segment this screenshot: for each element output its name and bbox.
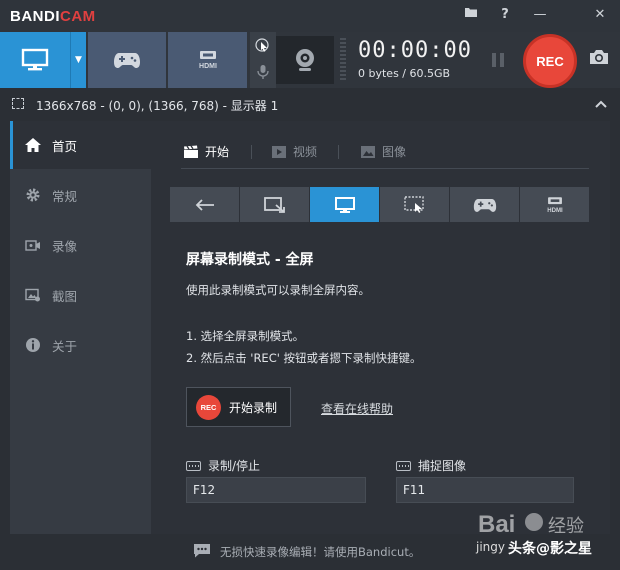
start-recording-button[interactable]: REC 开始录制	[186, 387, 291, 427]
hdmi-mode-button[interactable]: HDMI	[168, 32, 247, 88]
chat-bubble-icon	[193, 543, 211, 558]
mode-dropdown-button[interactable]: ▼	[70, 32, 86, 88]
hdmi-mode-button-small[interactable]: HDMI	[520, 187, 589, 222]
sidebar-item-label: 常规	[52, 188, 78, 204]
svg-text:HDMI: HDMI	[199, 63, 217, 70]
cursor-effect-icon[interactable]	[255, 38, 271, 54]
home-icon	[24, 136, 42, 154]
tab-divider	[251, 145, 252, 159]
picture-icon	[361, 145, 375, 158]
sidebar-item-label: 录像	[52, 238, 78, 254]
main-toolbar: ▼ HDMI 00:00:00 0 bytes / 60.5GB REC	[0, 32, 620, 88]
bandicut-promo-link[interactable]: 无损快速录像编辑！请使用Bandicut。	[220, 544, 420, 560]
record-hotkey-label: 录制/停止	[186, 457, 260, 474]
sidebar-item-about[interactable]: 关于	[10, 321, 151, 369]
minimize-icon[interactable]: —	[528, 4, 552, 26]
back-arrow-icon	[195, 198, 214, 211]
record-mode-strip: HDMI	[170, 187, 589, 222]
hdmi-icon: HDMI	[199, 51, 217, 70]
rec-button[interactable]: REC	[523, 34, 577, 88]
sidebar-item-video[interactable]: 录像	[10, 221, 151, 269]
keyboard-icon	[186, 460, 201, 471]
keyboard-icon	[396, 460, 411, 471]
tab-label: 图像	[382, 145, 407, 159]
app-logo: BANDICAM	[10, 8, 96, 25]
pause-icon[interactable]	[488, 50, 508, 70]
gamepad-icon	[114, 53, 140, 68]
title-bar: BANDICAM ? — ✕	[0, 0, 620, 32]
chevron-up-icon[interactable]	[594, 96, 608, 110]
help-icon[interactable]: ?	[493, 4, 517, 26]
fullscreen-mode-icon	[334, 196, 355, 213]
watermark-author-text: 头条@影之星	[508, 541, 592, 557]
webcam-controls	[250, 32, 276, 88]
svg-text:HDMI: HDMI	[547, 207, 563, 213]
webcam-preview[interactable]	[276, 36, 334, 84]
tab-video[interactable]: 视频	[271, 143, 317, 160]
tab-image[interactable]: 图像	[360, 143, 406, 160]
microphone-icon[interactable]	[255, 64, 271, 80]
screen-mode-button[interactable]	[0, 32, 70, 88]
webcam-icon	[296, 49, 314, 71]
file-size-readout: 0 bytes / 60.5GB	[358, 67, 451, 80]
svg-text:经验: 经验	[548, 516, 584, 537]
clapper-icon	[184, 145, 198, 158]
watermark-site-text: jingy	[476, 540, 505, 554]
fullscreen-mode-button[interactable]	[310, 187, 379, 222]
video-settings-icon	[24, 236, 42, 254]
start-recording-label: 开始录制	[229, 400, 278, 415]
sidebar-item-home[interactable]: 首页	[10, 121, 151, 169]
selection-area-icon[interactable]	[12, 98, 24, 109]
audio-level-meter	[340, 38, 346, 82]
sidebar-item-label: 关于	[52, 338, 78, 354]
game-mode-button-small[interactable]	[450, 187, 519, 222]
play-icon	[272, 145, 286, 158]
capture-area-text: 1366x768 - (0, 0), (1366, 768) - 显示器 1	[36, 99, 279, 113]
tab-bar: 开始 视频 图像	[181, 139, 589, 169]
close-icon[interactable]: ✕	[588, 4, 612, 26]
tab-label: 视频	[293, 145, 318, 159]
info-icon	[24, 336, 42, 354]
online-help-link[interactable]: 查看在线帮助	[321, 400, 393, 417]
folder-icon[interactable]	[459, 4, 483, 26]
svg-text:Bai: Bai	[478, 511, 515, 538]
instruction-step-2: 2. 然后点击 'REC' 按钮或者摁下录制快捷键。	[186, 351, 422, 365]
rec-badge-icon: REC	[196, 394, 221, 420]
mode-heading: 屏幕录制模式 - 全屏	[186, 252, 314, 268]
capture-area-bar: 1366x768 - (0, 0), (1366, 768) - 显示器 1	[0, 88, 620, 120]
main-panel: 开始 视频 图像 HDMI 屏幕录制模式 - 全屏 使用此录制模式可以录制全屏内…	[151, 121, 610, 534]
around-mouse-button[interactable]	[380, 187, 449, 222]
camera-icon[interactable]	[588, 48, 612, 70]
gear-icon	[24, 186, 42, 204]
sidebar-item-label: 首页	[52, 138, 78, 154]
game-mode-icon	[473, 198, 496, 212]
monitor-icon	[21, 48, 49, 71]
tab-label: 开始	[205, 145, 230, 159]
sidebar-item-screenshot[interactable]: 截图	[10, 271, 151, 319]
recording-timer: 00:00:00	[358, 38, 472, 63]
around-mouse-icon	[403, 195, 424, 213]
mode-description: 使用此录制模式可以录制全屏内容。	[186, 283, 370, 297]
tab-divider	[338, 145, 339, 159]
tab-start[interactable]: 开始	[183, 143, 229, 160]
back-arrow-button[interactable]	[170, 187, 239, 222]
capture-hotkey-label: 捕捉图像	[396, 457, 466, 474]
sidebar-item-general[interactable]: 常规	[10, 171, 151, 219]
rectangle-mode-icon	[263, 196, 285, 213]
record-hotkey-field[interactable]: F12	[186, 477, 366, 503]
rectangle-mode-button[interactable]	[240, 187, 309, 222]
sidebar: 首页 常规 录像 截图 关于	[10, 121, 151, 534]
game-mode-button[interactable]	[88, 32, 166, 88]
sidebar-item-label: 截图	[52, 288, 78, 304]
instruction-step-1: 1. 选择全屏录制模式。	[186, 329, 305, 343]
hdmi-mode-icon: HDMI	[547, 196, 563, 213]
image-settings-icon	[24, 286, 42, 304]
